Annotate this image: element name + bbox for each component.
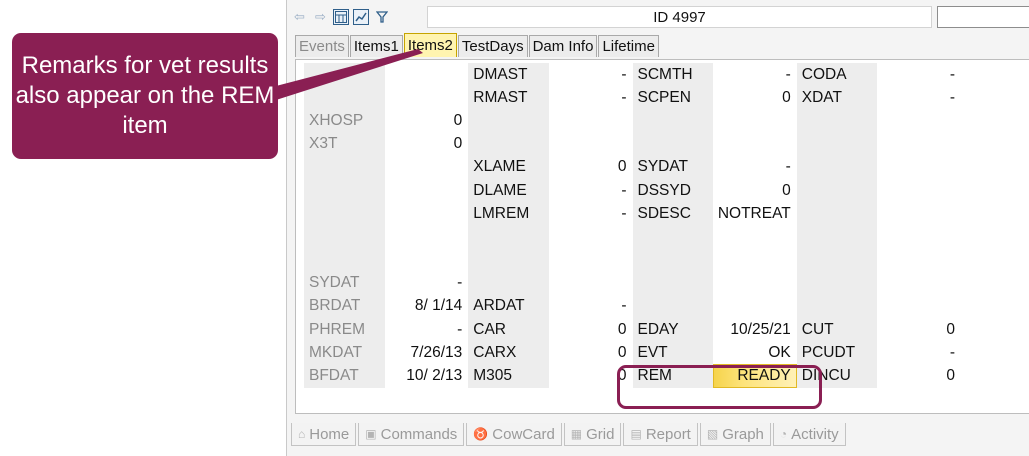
rem-highlight-outline: [617, 365, 822, 409]
callout-box: Remarks for vet results also appear on t…: [12, 33, 278, 159]
callout-text: Remarks for vet results also appear on t…: [15, 52, 275, 139]
